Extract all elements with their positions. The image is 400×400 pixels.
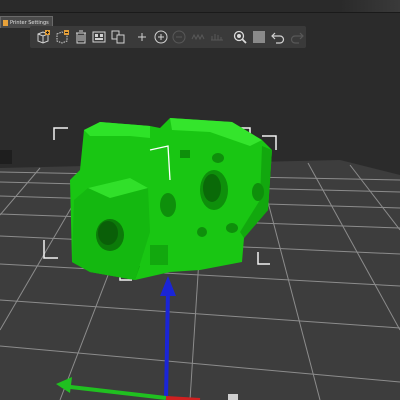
split-parts-icon (211, 34, 224, 41)
arrange-icon (92, 31, 106, 43)
layers-editing-button[interactable] (250, 27, 268, 47)
redo-icon (290, 32, 304, 44)
title-bar-accent (340, 0, 400, 12)
search-icon (234, 30, 248, 44)
bed-edge (0, 150, 12, 164)
copy-icon (111, 30, 125, 44)
redo-button[interactable] (288, 27, 306, 47)
toolbar-separator (128, 29, 132, 45)
paste-icon (137, 33, 146, 41)
3d-scene (0, 48, 400, 400)
delete-all-button[interactable] (72, 27, 90, 47)
remove-instance-icon (172, 30, 186, 44)
remove-instance-button[interactable] (170, 27, 188, 47)
split-objects-icon (191, 33, 205, 41)
split-parts-button[interactable] (208, 27, 226, 47)
add-button[interactable] (34, 27, 52, 47)
delete-button[interactable] (53, 27, 71, 47)
copy-button[interactable] (109, 27, 127, 47)
delete-icon (56, 30, 69, 44)
arrange-button[interactable] (91, 27, 109, 47)
undo-icon (271, 32, 285, 44)
toolbar-separator (227, 29, 231, 45)
add-icon (37, 30, 50, 44)
undo-button[interactable] (269, 27, 287, 47)
search-button[interactable] (232, 27, 250, 47)
printer-settings-icon (3, 19, 8, 26)
plater-toolbar (30, 26, 306, 48)
split-objects-button[interactable] (189, 27, 207, 47)
title-bar (0, 0, 400, 13)
3d-viewport[interactable] (0, 48, 400, 400)
layers-editing-icon (253, 31, 266, 43)
3d-model-part[interactable] (70, 118, 272, 280)
tab-printer-settings-label: Printer Settings (10, 19, 49, 26)
paste-button[interactable] (133, 27, 151, 47)
add-instance-button[interactable] (152, 27, 170, 47)
bed-marker (228, 394, 238, 400)
delete-all-icon (75, 30, 86, 44)
add-instance-icon (154, 30, 168, 44)
